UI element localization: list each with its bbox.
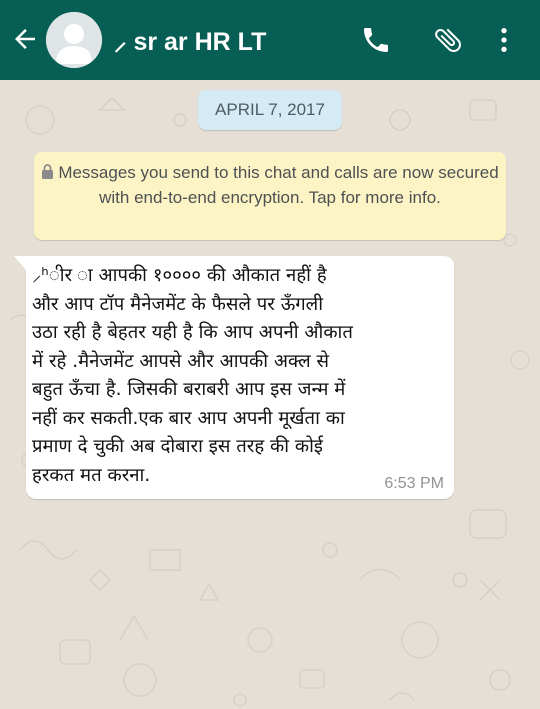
message-time: 6:53 PM <box>384 475 444 492</box>
encryption-notice[interactable]: Messages you send to this chat and calls… <box>34 152 506 240</box>
date-chip: APRIL 7, 2017 <box>198 90 342 130</box>
bubble-tail <box>14 256 26 270</box>
chat-header: ⸝ sr ar HR LT <box>0 0 540 80</box>
chat-area[interactable]: APRIL 7, 2017 Messages you send to this … <box>0 80 540 709</box>
more-vert-icon[interactable] <box>488 24 520 56</box>
phone-icon[interactable] <box>360 24 392 56</box>
encryption-notice-text: Messages you send to this chat and calls… <box>58 163 499 207</box>
paperclip-icon[interactable] <box>432 24 464 56</box>
message-text: ⸝ʰीर ा आपकी १०००० की औकात नहीं है और आप … <box>32 265 353 486</box>
lock-icon <box>41 162 54 186</box>
contact-name[interactable]: ⸝ sr ar HR LT <box>114 24 334 58</box>
incoming-message-bubble[interactable]: ⸝ʰीर ा आपकी १०००० की औकात नहीं है और आप … <box>14 256 454 499</box>
avatar[interactable] <box>46 12 102 68</box>
back-arrow-icon[interactable] <box>10 24 40 54</box>
